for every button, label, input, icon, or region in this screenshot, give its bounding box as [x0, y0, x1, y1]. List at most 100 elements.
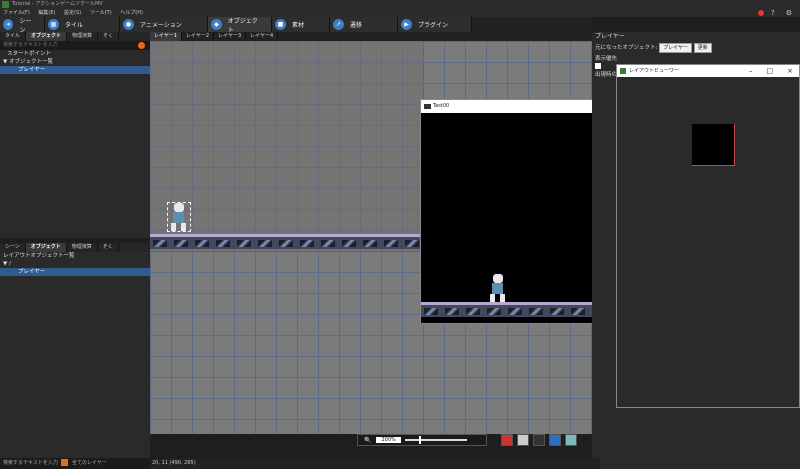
- layout-viewer-titlebar: レイアウトビューワー – □ ×: [617, 65, 799, 77]
- layer-tab-2[interactable]: レイヤー2: [182, 32, 215, 41]
- zoom-slider[interactable]: [404, 436, 467, 444]
- layer-tabs: レイヤー1 レイヤー2 レイヤー3 レイヤー4: [150, 32, 592, 41]
- help-icon[interactable]: ?: [771, 9, 775, 17]
- game-window-icon: [424, 104, 431, 109]
- layout-viewer-title: レイアウトビューワー: [629, 68, 680, 74]
- window-titlebar: Tutorial - アクションゲームツクールMV: [0, 0, 800, 9]
- subtab-scene[interactable]: シーン: [0, 243, 26, 252]
- settings-icon[interactable]: ⚙: [786, 9, 792, 17]
- ground-tile: [234, 234, 255, 249]
- grid-tool-icon[interactable]: [517, 434, 529, 446]
- ground-tile: [360, 234, 381, 249]
- player-sprite[interactable]: [167, 202, 191, 232]
- layout-panel: シーン オブジェクト 物理演算 そく レイアウトオブジェクト一覧 ▼ / プレイ…: [0, 243, 150, 458]
- game-player-sprite: [487, 274, 509, 302]
- tab-transition[interactable]: ↗ 遷移: [330, 17, 398, 32]
- viewer-minimize-button[interactable]: –: [749, 65, 753, 77]
- layout-viewer-preview: [692, 124, 735, 166]
- subtab-more[interactable]: そく: [98, 32, 120, 41]
- layer-tab-3[interactable]: レイヤー3: [214, 32, 247, 41]
- arrow-icon: ➜: [3, 19, 14, 30]
- layout-viewer-body: [617, 77, 799, 407]
- subtab-tile[interactable]: タイル: [0, 32, 27, 41]
- property-title: プレイヤー: [595, 33, 625, 40]
- ground-tile: [421, 302, 442, 317]
- ground-tile: [381, 234, 402, 249]
- ground-tile: [568, 302, 589, 317]
- subtab-physics[interactable]: 物理演算: [67, 32, 99, 41]
- layout-search-placeholder[interactable]: 検索するテキストを入力: [3, 460, 58, 466]
- tile-icon: ▦: [48, 19, 59, 30]
- tab-material-label: 素材: [292, 22, 305, 29]
- all-layers-icon: [61, 459, 69, 466]
- tab-plugin-label: プラグイン: [418, 22, 449, 29]
- app-logo-icon: [2, 1, 9, 8]
- layout-player-label: プレイヤー: [18, 269, 46, 275]
- subtab-layout-object[interactable]: オブジェクト: [25, 243, 67, 252]
- layer-tab-4[interactable]: レイヤー4: [246, 32, 279, 41]
- magnet-icon[interactable]: [533, 434, 545, 446]
- list-item-object-folder[interactable]: ▼ オブジェクト一覧: [0, 58, 150, 66]
- clear-search-icon[interactable]: [138, 42, 145, 49]
- tab-tile[interactable]: ▦ タイル: [45, 17, 120, 32]
- zoom-control: 🔍 200%: [357, 434, 487, 446]
- display-priority-label: 表示優先: [595, 56, 618, 62]
- menu-help[interactable]: ヘルプ(H): [120, 10, 143, 16]
- tab-scene[interactable]: ➜ シーン: [0, 17, 45, 34]
- tab-object[interactable]: ◆ オブジェクト: [208, 17, 272, 34]
- base-object-label: 元になったオブジェクト:: [595, 45, 658, 51]
- all-layers-label[interactable]: 全てのレイヤー: [72, 460, 107, 466]
- red-tool-icon[interactable]: [501, 434, 513, 446]
- tab-scene-label: シーン: [19, 17, 32, 34]
- plugin-icon: ▶: [401, 19, 412, 30]
- window-title: Tutorial - アクションゲームツクールMV: [12, 1, 103, 7]
- viewer-close-button[interactable]: ×: [787, 65, 793, 77]
- shield-icon[interactable]: [565, 434, 577, 446]
- ground-tile: [339, 234, 360, 249]
- root-label: /: [8, 261, 11, 267]
- update-button[interactable]: 更新: [693, 43, 712, 53]
- menu-edit[interactable]: 編集(E): [38, 10, 55, 16]
- ground-tile: [297, 234, 318, 249]
- layer-tab-1[interactable]: レイヤー1: [150, 32, 183, 41]
- tab-animation-label: アニメーション: [140, 22, 182, 29]
- base-object-row: 元になったオブジェクト: プレイヤー 更新: [592, 42, 800, 55]
- list-item-start-point[interactable]: スタートポイント: [0, 50, 150, 58]
- ground-tile: [213, 234, 234, 249]
- tab-material[interactable]: ■ 素材: [272, 17, 330, 32]
- tab-object-label: オブジェクト: [227, 17, 258, 34]
- zoom-value[interactable]: 200%: [376, 437, 401, 443]
- ground-tile: [484, 302, 505, 317]
- main-tab-bar: ➜ シーン ▦ タイル ● アニメーション ◆ オブジェクト ■ 素材 ↗ 遷移 ▶ プラグイ…: [0, 17, 592, 34]
- layout-item-player[interactable]: プレイヤー: [0, 268, 150, 276]
- base-object-field[interactable]: プレイヤー: [659, 43, 692, 53]
- menu-tools[interactable]: ツール(T): [90, 10, 112, 16]
- layout-root-folder[interactable]: ▼ /: [0, 260, 150, 268]
- layout-panel-tabs: シーン オブジェクト 物理演算 そく: [0, 243, 150, 252]
- camera-region: [150, 41, 424, 252]
- blue-tool-icon[interactable]: [549, 434, 561, 446]
- layout-viewer-window: レイアウトビューワー – □ ×: [616, 64, 800, 408]
- subtab-layout-physics[interactable]: 物理演算: [67, 243, 98, 252]
- tab-transition-label: 遷移: [350, 22, 363, 29]
- ground-tile: [463, 302, 484, 317]
- visible-checkbox[interactable]: [595, 63, 601, 69]
- notification-icon[interactable]: [758, 10, 764, 16]
- transition-icon: ↗: [333, 19, 344, 30]
- tab-tile-label: タイル: [65, 22, 84, 29]
- menu-settings[interactable]: 設定(S): [64, 10, 81, 16]
- tab-plugin[interactable]: ▶ プラグイン: [398, 17, 472, 32]
- subtab-layout-more[interactable]: そく: [98, 243, 119, 252]
- status-bar: 20, 11 (490, 265): [150, 458, 600, 469]
- layout-list-title: レイアウトオブジェクト一覧: [3, 253, 75, 259]
- animation-icon: ●: [123, 19, 134, 30]
- ground-tile: [547, 302, 568, 317]
- ground-tile: [505, 302, 526, 317]
- list-item-player[interactable]: プレイヤー: [0, 66, 150, 74]
- tab-animation[interactable]: ● アニメーション: [120, 17, 208, 32]
- tool-icons: [501, 434, 581, 446]
- object-folder-label: オブジェクト一覧: [8, 59, 53, 65]
- viewer-maximize-button[interactable]: □: [767, 65, 774, 77]
- object-search-input[interactable]: 検索するテキストを入力: [0, 41, 150, 50]
- subtab-object[interactable]: オブジェクト: [26, 32, 68, 41]
